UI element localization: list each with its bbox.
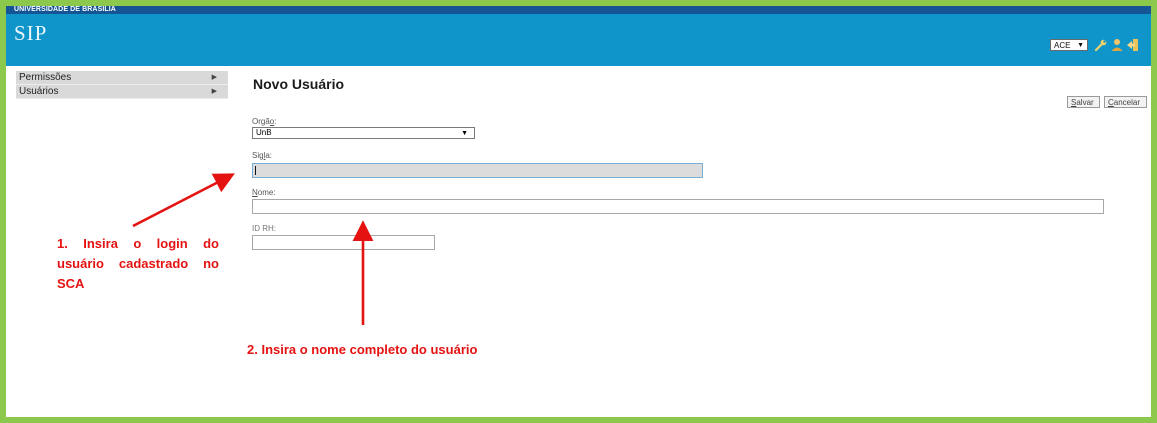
annotation-nome-note: 2. Insira o nome completo do usuário xyxy=(247,342,478,357)
annotation-arrows xyxy=(132,173,374,325)
arrow-to-sigla xyxy=(132,173,235,228)
annotation-login-note: 1. Insira o login do usuário cadastrado … xyxy=(57,236,219,291)
app-frame: UNIVERSIDADE DE BRASILIA SIP ACE ▼ Permi… xyxy=(6,6,1151,417)
